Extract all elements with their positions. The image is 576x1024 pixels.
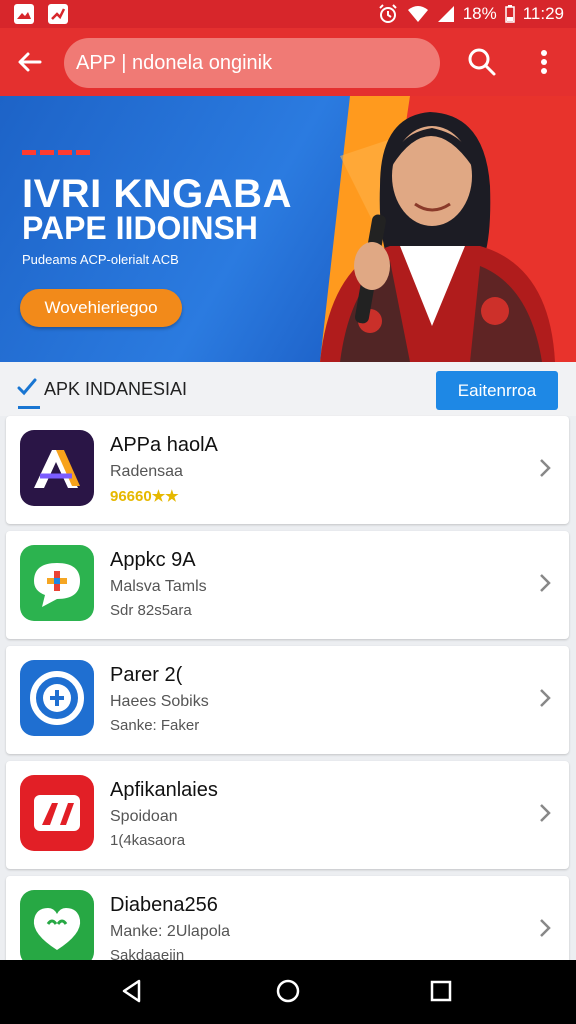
- app-name: Appkc 9A: [110, 549, 196, 571]
- status-bar: 18% 11:29: [0, 0, 576, 28]
- battery-icon: [504, 5, 515, 23]
- arrow-left-icon: [18, 52, 42, 72]
- list-item-app-3[interactable]: Parer 2( Haees Sobiks Sanke: Faker: [6, 646, 569, 754]
- more-vert-icon: [541, 50, 547, 74]
- check-edit-icon: [17, 378, 37, 396]
- app-rating: 96660★★: [110, 487, 179, 505]
- chevron-right-icon: [540, 689, 551, 707]
- search-button[interactable]: [464, 44, 500, 80]
- circle-logo-icon: [20, 660, 94, 736]
- chevron-right-icon: [540, 459, 551, 477]
- chat-plus-icon: [20, 545, 94, 621]
- nav-home-button[interactable]: [273, 976, 303, 1006]
- clock: 11:29: [522, 4, 564, 23]
- square-recents-icon: [430, 980, 452, 1002]
- image-notification-icon: [48, 4, 68, 24]
- promo-banner[interactable]: IVRI KNGABA PAPE IIDOINSH Pudeams ACP-ol…: [0, 96, 576, 362]
- app-name: Parer 2(: [110, 664, 183, 686]
- triangle-back-icon: [122, 979, 141, 1003]
- heart-chat-icon: [20, 890, 94, 966]
- search-input[interactable]: APP | ndonela onginik: [64, 38, 440, 88]
- banner-subheadline: PAPE IIDOINSH: [22, 210, 258, 246]
- app-subtitle: Malsva Tamls: [110, 578, 207, 595]
- nav-back-button[interactable]: [117, 976, 147, 1006]
- app-subtitle: Manke: 2Ulapola: [110, 923, 231, 940]
- app-subtitle: Haees Sobiks: [110, 693, 209, 710]
- app-subtitle: Radensaa: [110, 463, 183, 480]
- alarm-icon: [378, 4, 397, 23]
- banner-artwork: [320, 96, 576, 362]
- wifi-icon: [407, 6, 428, 22]
- section-header: APK INDANESIAI Eaitenrroa: [0, 362, 576, 416]
- chevron-right-icon: [540, 919, 551, 937]
- circle-home-icon: [276, 979, 300, 1003]
- signal-icon: [437, 6, 454, 22]
- gallery-notification-icon: [14, 4, 34, 24]
- list-item-app-4[interactable]: Apfikanlaies Spoidoan 1(4kasaora: [6, 761, 569, 869]
- app-meta: Sdr 82s5ara: [110, 602, 192, 619]
- split-logo-icon: [20, 775, 94, 851]
- apk-logo-icon: [20, 430, 94, 506]
- battery-percent: 18%: [462, 4, 497, 23]
- app-bar: APP | ndonela onginik: [0, 28, 576, 96]
- back-button[interactable]: [12, 44, 48, 80]
- app-meta: 1(4kasaora: [110, 832, 186, 849]
- list-item-app-1[interactable]: APPa haolA Radensaa 96660★★: [6, 416, 569, 524]
- app-name: APPa haolA: [110, 434, 218, 456]
- app-meta: Sanke: Faker: [110, 717, 200, 734]
- app-subtitle: Spoidoan: [110, 808, 178, 825]
- overflow-menu-button[interactable]: [526, 44, 562, 80]
- search-icon: [468, 48, 496, 76]
- rating-value: 96660: [110, 488, 152, 505]
- banner-tagline: Pudeams ACP-olerialt ACB: [22, 252, 179, 267]
- banner-cta-button[interactable]: Wovehieriegoo: [20, 289, 182, 327]
- chevron-right-icon: [540, 574, 551, 592]
- list-item-app-2[interactable]: Appkc 9A Malsva Tamls Sdr 82s5ara: [6, 531, 569, 639]
- star-icon: ★★: [151, 488, 179, 505]
- nav-recents-button[interactable]: [426, 976, 456, 1006]
- system-nav-bar: [0, 960, 576, 1024]
- section-action-button[interactable]: Eaitenrroa: [436, 371, 558, 410]
- app-name: Diabena256: [110, 894, 218, 916]
- banner-accent-dashes: [22, 150, 90, 155]
- section-title: APK INDANESIAI: [44, 379, 188, 399]
- app-name: Apfikanlaies: [110, 779, 218, 801]
- chevron-right-icon: [540, 804, 551, 822]
- section-underline: [18, 406, 40, 409]
